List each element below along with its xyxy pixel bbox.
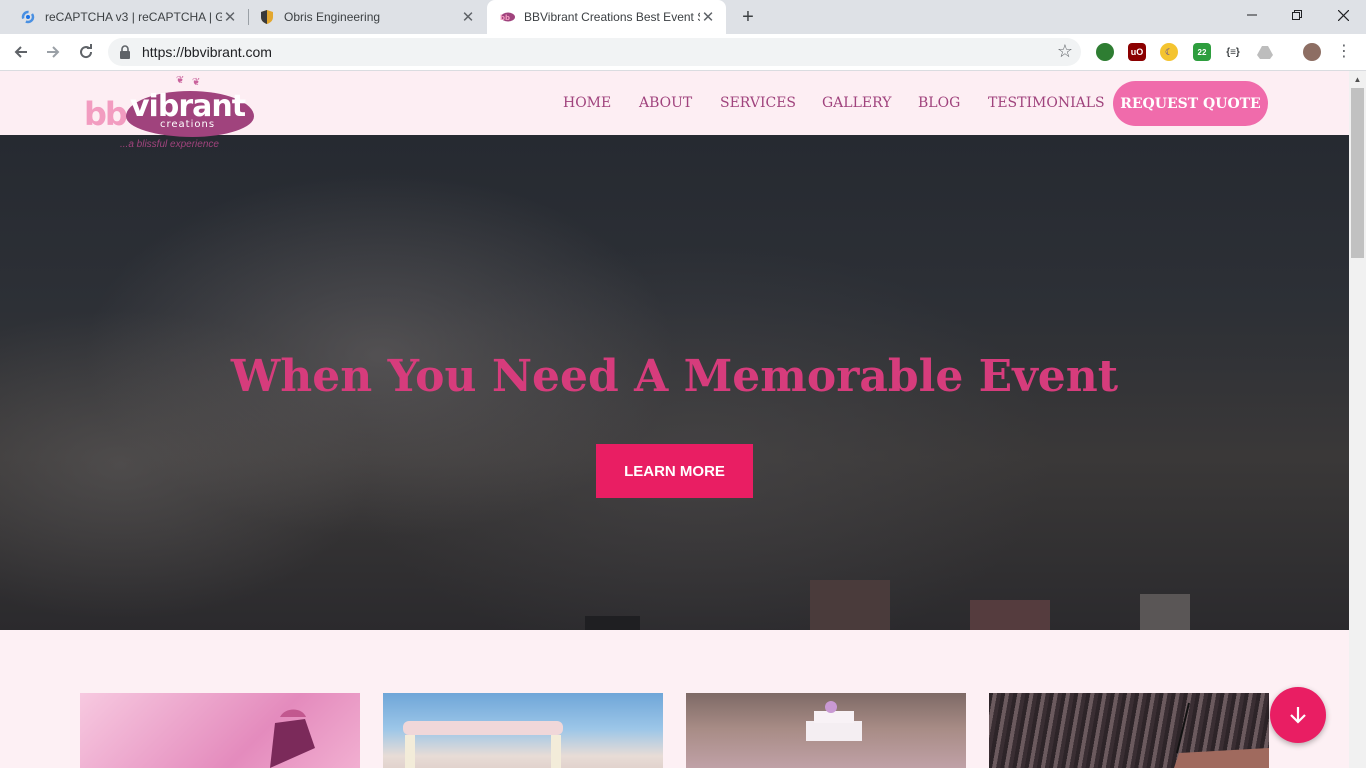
nav-gallery[interactable]: GALLERY <box>822 95 891 111</box>
bbvibrant-icon: bb <box>499 9 515 25</box>
wedding-arch-image <box>403 721 563 768</box>
service-card-image[interactable] <box>686 693 966 768</box>
nav-blog[interactable]: BLOG <box>918 95 960 111</box>
reload-icon <box>80 44 93 59</box>
nav-services[interactable]: SERVICES <box>720 95 796 111</box>
tab-recaptcha[interactable]: reCAPTCHA v3 | reCAPTCHA | G ✕ <box>0 0 248 34</box>
service-card-image[interactable] <box>383 693 663 768</box>
cake-image <box>270 709 315 768</box>
ublock-icon[interactable]: uO <box>1128 43 1146 61</box>
shield-icon <box>259 9 275 25</box>
tab-title: BBVibrant Creations Best Event S <box>524 10 700 24</box>
globe-extension-icon[interactable] <box>1096 43 1114 61</box>
hero-title: When You Need A Memorable Event <box>230 351 1119 402</box>
json-extension-icon[interactable]: {≡} <box>1224 43 1242 61</box>
moon-extension-icon[interactable]: ☾ <box>1160 43 1178 61</box>
butterfly-icon: ❦ <box>192 77 201 88</box>
scroll-down-button[interactable] <box>1270 687 1326 743</box>
recaptcha-icon <box>20 9 36 25</box>
close-icon <box>1337 9 1349 21</box>
close-icon[interactable]: ✕ <box>460 9 476 26</box>
hero-decor <box>970 600 1050 630</box>
logo-creations: creations <box>160 119 216 130</box>
services-cards <box>0 693 1349 768</box>
hero-section: When You Need A Memorable Event LEARN MO… <box>0 135 1349 630</box>
tab-bbvibrant[interactable]: bb BBVibrant Creations Best Event S ✕ <box>487 0 726 34</box>
site-logo[interactable]: ❦ ❦ bb vibrant creations ...a blissful e… <box>82 75 262 155</box>
close-icon[interactable]: ✕ <box>700 9 716 26</box>
site-header: ❦ ❦ bb vibrant creations ...a blissful e… <box>0 71 1349 150</box>
service-card-image[interactable] <box>80 693 360 768</box>
restore-icon <box>1292 10 1302 20</box>
svg-text:bb: bb <box>500 14 510 22</box>
logo-bb: bb <box>84 95 128 133</box>
profile-avatar[interactable] <box>1303 43 1321 61</box>
new-tab-button[interactable]: + <box>737 6 759 28</box>
close-window-button[interactable] <box>1320 0 1366 30</box>
browser-tab-bar: reCAPTCHA v3 | reCAPTCHA | G ✕ Obris Eng… <box>0 0 1366 34</box>
arrow-down-icon <box>1290 707 1306 724</box>
nav-about[interactable]: ABOUT <box>639 95 692 111</box>
scroll-up-arrow-icon[interactable]: ▲ <box>1349 71 1366 88</box>
bookmark-star-icon[interactable]: ☆ <box>1057 41 1073 62</box>
service-card-image[interactable] <box>989 693 1269 768</box>
forward-button[interactable] <box>39 38 67 66</box>
learn-more-button[interactable]: LEARN MORE <box>596 444 753 498</box>
restore-button[interactable] <box>1274 0 1320 30</box>
url-text: https://bbvibrant.com <box>142 44 272 60</box>
lock-icon <box>119 45 133 59</box>
nav-testimonials[interactable]: TESTIMONIALS <box>988 95 1105 111</box>
browser-toolbar: https://bbvibrant.com ☆ uO ☾ 22 {≡} ⋮ <box>0 34 1366 71</box>
tab-title: reCAPTCHA v3 | reCAPTCHA | G <box>45 10 222 24</box>
tab-obris[interactable]: Obris Engineering ✕ <box>239 0 486 34</box>
drive-extension-icon[interactable] <box>1256 43 1274 61</box>
hero-decor <box>810 580 890 630</box>
page-viewport: ❦ ❦ bb vibrant creations ...a blissful e… <box>0 71 1349 768</box>
reload-button[interactable] <box>72 38 100 66</box>
sketching-image <box>1174 702 1269 768</box>
arrow-right-icon <box>47 46 60 58</box>
minimize-button[interactable] <box>1229 0 1275 30</box>
address-bar[interactable]: https://bbvibrant.com ☆ <box>108 38 1081 66</box>
butterfly-icon: ❦ <box>176 75 185 86</box>
badge-extension-icon[interactable]: 22 <box>1193 43 1211 61</box>
hero-decor <box>585 616 640 630</box>
back-button[interactable] <box>7 38 35 66</box>
page-scrollbar[interactable]: ▲ <box>1349 71 1366 768</box>
browser-menu-button[interactable]: ⋮ <box>1336 43 1352 63</box>
scrollbar-thumb[interactable] <box>1351 88 1364 258</box>
nav-home[interactable]: HOME <box>563 95 611 111</box>
hero-decor <box>1140 594 1190 630</box>
request-quote-button[interactable]: REQUEST QUOTE <box>1113 81 1268 126</box>
tab-title: Obris Engineering <box>284 10 381 24</box>
extension-badge-count: 22 <box>1197 47 1207 57</box>
close-icon[interactable]: ✕ <box>222 9 238 26</box>
logo-tagline: ...a blissful experience <box>120 139 219 150</box>
arrow-left-icon <box>14 46 27 58</box>
wedding-cake-image <box>806 701 862 741</box>
minimize-icon <box>1247 14 1257 16</box>
